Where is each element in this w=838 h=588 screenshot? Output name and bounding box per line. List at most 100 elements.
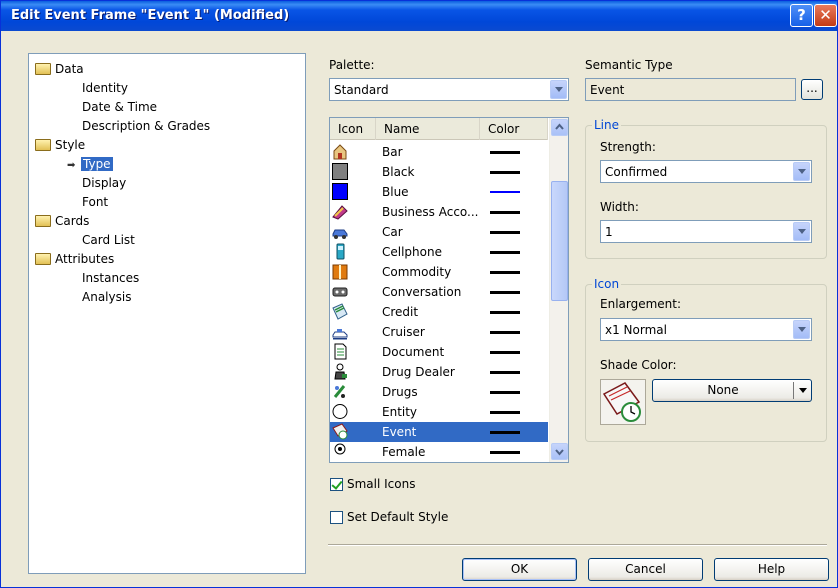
- tree-item-description-grades[interactable]: Description & Grades: [82, 117, 210, 135]
- list-item[interactable]: Bar: [330, 142, 548, 162]
- default-style-label: Set Default Style: [347, 510, 449, 524]
- color-swatch: [490, 191, 520, 193]
- tree-item-date-time[interactable]: Date & Time: [82, 98, 157, 116]
- credit-icon: [332, 303, 348, 320]
- color-swatch: [490, 351, 520, 354]
- list-item[interactable]: Cellphone: [330, 242, 548, 262]
- palette-label: Palette:: [329, 58, 375, 72]
- list-header: Icon Name Color: [330, 118, 548, 140]
- list-item[interactable]: Commodity: [330, 262, 548, 282]
- color-swatch: [490, 411, 520, 414]
- list-item[interactable]: Drugs: [330, 382, 548, 402]
- color-swatch: [490, 231, 520, 234]
- color-swatch: [490, 151, 520, 154]
- close-button[interactable]: ✕: [814, 4, 837, 27]
- commodity-icon: [332, 264, 348, 280]
- scroll-thumb[interactable]: [551, 181, 568, 301]
- drugs-icon: [333, 385, 346, 398]
- default-style-checkbox[interactable]: [330, 511, 343, 524]
- conversation-icon: [332, 287, 348, 297]
- tree-item-type[interactable]: ➡ Type: [67, 155, 113, 173]
- category-tree[interactable]: Data Identity Date & Time Description & …: [28, 53, 306, 574]
- type-list[interactable]: Icon Name Color Bar Black Blue Business …: [329, 117, 569, 463]
- bar-icon: [333, 144, 347, 160]
- entity-icon: [332, 404, 348, 419]
- chevron-down-icon[interactable]: [799, 388, 807, 393]
- icon-group: Icon Enlargement: x1 Normal Shade Color:…: [585, 277, 827, 442]
- scroll-down-icon[interactable]: [551, 443, 568, 460]
- document-icon: [334, 343, 347, 360]
- line-group: Line Strength: Confirmed Width: 1: [585, 118, 827, 259]
- arrow-right-icon: ➡: [67, 160, 76, 171]
- list-item[interactable]: Blue: [330, 182, 548, 202]
- line-group-title: Line: [592, 118, 622, 132]
- ok-button[interactable]: OK: [462, 558, 577, 581]
- palette-select[interactable]: Standard: [329, 78, 569, 101]
- list-item[interactable]: Document: [330, 342, 548, 362]
- tree-item-card-list[interactable]: Card List: [82, 231, 135, 249]
- shade-color-button[interactable]: None: [652, 379, 812, 402]
- strength-select[interactable]: Confirmed: [600, 160, 812, 183]
- list-item[interactable]: Car: [330, 222, 548, 242]
- column-header-color[interactable]: Color: [480, 118, 548, 140]
- list-item[interactable]: Entity: [330, 402, 548, 422]
- title-bar[interactable]: Edit Event Frame "Event 1" (Modified) ? …: [1, 1, 837, 31]
- drug-dealer-icon: [334, 363, 347, 380]
- cruiser-icon: [332, 329, 348, 340]
- icon-preview: [600, 379, 646, 425]
- list-item[interactable]: Drug Dealer: [330, 362, 548, 382]
- color-swatch: [490, 431, 520, 434]
- list-item[interactable]: Conversation: [330, 282, 548, 302]
- palette-value: Standard: [334, 83, 389, 97]
- list-item[interactable]: Business Acco...: [330, 202, 548, 222]
- color-swatch: [490, 391, 520, 394]
- cancel-button[interactable]: Cancel: [588, 558, 703, 581]
- folder-icon: [35, 138, 51, 151]
- list-item[interactable]: Black: [330, 162, 548, 182]
- scroll-up-icon[interactable]: [551, 119, 568, 136]
- shade-color-label: Shade Color:: [600, 358, 677, 372]
- small-icons-label: Small Icons: [347, 477, 416, 491]
- small-icons-checkbox[interactable]: [330, 478, 343, 491]
- column-header-icon[interactable]: Icon: [330, 118, 376, 140]
- business-account-icon: [332, 205, 348, 220]
- folder-icon: [35, 252, 51, 265]
- column-header-name[interactable]: Name: [376, 118, 480, 140]
- tree-item-instances[interactable]: Instances: [82, 269, 139, 287]
- chevron-down-icon[interactable]: [793, 222, 810, 241]
- list-item[interactable]: Event: [330, 422, 548, 442]
- help-title-button[interactable]: ?: [790, 4, 813, 27]
- event-icon: [602, 382, 641, 422]
- chevron-down-icon[interactable]: [793, 320, 810, 339]
- tree-item-style[interactable]: Style: [35, 136, 85, 154]
- footer-separator: [328, 544, 827, 546]
- list-item[interactable]: Cruiser: [330, 322, 548, 342]
- tree-item-font[interactable]: Font: [82, 193, 108, 211]
- semantic-type-browse-button[interactable]: ...: [801, 79, 823, 100]
- list-item[interactable]: Credit: [330, 302, 548, 322]
- color-swatch: [490, 291, 520, 294]
- tree-item-analysis[interactable]: Analysis: [82, 288, 131, 306]
- color-swatch: [490, 271, 520, 274]
- help-button[interactable]: Help: [714, 558, 829, 581]
- event-icon: [332, 423, 348, 440]
- width-select[interactable]: 1: [600, 220, 812, 243]
- tree-item-identity[interactable]: Identity: [82, 79, 128, 97]
- chevron-down-icon[interactable]: [550, 80, 567, 99]
- tree-item-data[interactable]: Data: [35, 60, 84, 78]
- list-scrollbar[interactable]: [549, 118, 568, 462]
- enlargement-select[interactable]: x1 Normal: [600, 318, 812, 341]
- semantic-type-label: Semantic Type: [585, 58, 673, 72]
- color-swatch: [490, 311, 520, 314]
- chevron-down-icon[interactable]: [793, 162, 810, 181]
- tree-item-display[interactable]: Display: [82, 174, 126, 192]
- color-swatch: [490, 451, 520, 454]
- color-swatch: [490, 211, 520, 214]
- tree-item-attributes[interactable]: Attributes: [35, 250, 114, 268]
- black-square-icon: [332, 163, 348, 180]
- blue-square-icon: [332, 183, 348, 200]
- female-icon: [334, 443, 346, 455]
- width-label: Width:: [600, 200, 639, 214]
- list-item[interactable]: Female: [330, 442, 548, 462]
- tree-item-cards[interactable]: Cards: [35, 212, 89, 230]
